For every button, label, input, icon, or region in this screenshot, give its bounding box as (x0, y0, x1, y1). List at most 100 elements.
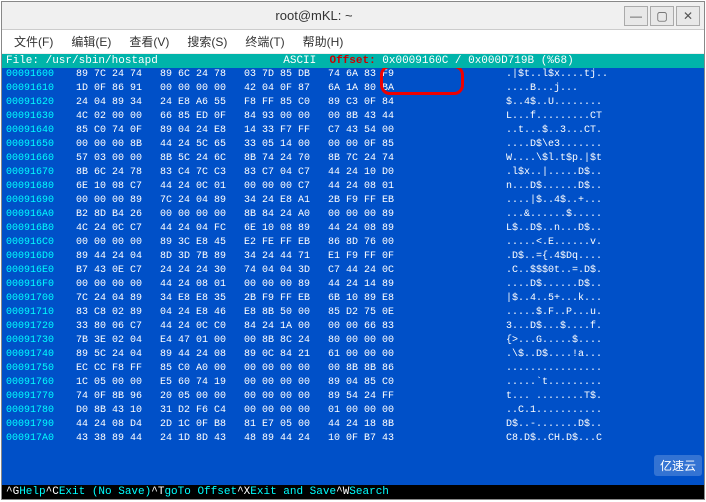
hex-row: 000917A043 38 89 44 24 1D 8D 43 48 89 44… (2, 432, 704, 446)
hex-row: 0009174089 5C 24 04 89 44 24 08 89 0C 84… (2, 348, 704, 362)
hex-row: 000917307B 3E 02 04 E4 47 01 00 00 8B 8C… (2, 334, 704, 348)
menubar: 文件(F) 编辑(E) 查看(V) 搜索(S) 终端(T) 帮助(H) (2, 30, 704, 54)
hex-bytes: 89 5C 24 04 89 44 24 08 89 0C 84 21 61 0… (76, 348, 506, 362)
window-title: root@mKL: ~ (6, 8, 622, 23)
hex-row: 00091750EC CC F8 FF 85 C0 A0 00 00 00 00… (2, 362, 704, 376)
hex-row: 0009179044 24 08 D4 2D 1C 0F B8 81 E7 05… (2, 418, 704, 432)
hex-ascii: W....\$l.t$p.|$t (506, 152, 602, 166)
hex-bytes: 83 C8 02 89 04 24 E8 46 E8 8B 50 00 85 D… (76, 306, 506, 320)
hex-row: 0009171083 C8 02 89 04 24 E8 46 E8 8B 50… (2, 306, 704, 320)
hex-ascii: .\$..D$....!a... (506, 348, 602, 362)
hex-bytes: 1D 0F 86 91 00 00 00 00 42 04 0F 87 6A 1… (76, 82, 506, 96)
hex-ascii: |$..4..5+...k... (506, 292, 602, 306)
hex-address: 00091740 (6, 348, 76, 362)
hex-row: 000916708B 6C 24 78 83 C4 7C C3 83 C7 04… (2, 166, 704, 180)
help-label: Exit and Save (250, 486, 336, 498)
hex-ascii: C8.D$..CH.D$...C (506, 432, 602, 446)
hex-ascii: t... ........T$. (506, 390, 602, 404)
hex-ascii: D$..-.......D$.. (506, 418, 602, 432)
hex-address: 00091730 (6, 334, 76, 348)
hex-row: 000916E0B7 43 0E C7 24 24 24 30 74 04 04… (2, 264, 704, 278)
hex-bytes: 24 04 89 34 24 E8 A6 55 F8 FF 85 C0 89 C… (76, 96, 506, 110)
hex-row: 0009166057 03 00 00 8B 5C 24 6C 8B 74 24… (2, 152, 704, 166)
hex-ascii: n...D$......D$.. (506, 180, 602, 194)
hex-row: 000916B04C 24 0C C7 44 24 04 FC 6E 10 08… (2, 222, 704, 236)
menu-edit[interactable]: 编辑(E) (67, 31, 115, 52)
hex-address: 00091670 (6, 166, 76, 180)
help-label: Help (19, 486, 45, 498)
hex-statusbar: File: /usr/sbin/hostapd ASCII Offset: 0x… (2, 54, 704, 68)
hex-row: 0009172033 80 06 C7 44 24 0C C0 84 24 1A… (2, 320, 704, 334)
hex-ascii: L...f.........CT (506, 110, 602, 124)
menu-terminal[interactable]: 终端(T) (241, 31, 288, 52)
minimize-button[interactable]: — (624, 6, 648, 26)
help-label: Search (349, 486, 389, 498)
help-key: ^G (6, 486, 19, 498)
hex-ascii: $..4$..U........ (506, 96, 602, 110)
hex-bytes: 00 00 00 8B 44 24 5C 65 33 05 14 00 00 0… (76, 138, 506, 152)
hex-address: 00091630 (6, 110, 76, 124)
hex-address: 00091680 (6, 180, 76, 194)
hex-bytes: 6E 10 08 C7 44 24 0C 01 00 00 00 C7 44 2… (76, 180, 506, 194)
hex-bytes: 74 0F 8B 96 20 05 00 00 00 00 00 00 89 5… (76, 390, 506, 404)
hex-bytes: 57 03 00 00 8B 5C 24 6C 8B 74 24 70 8B 7… (76, 152, 506, 166)
menu-view[interactable]: 查看(V) (125, 31, 173, 52)
hex-address: 00091720 (6, 320, 76, 334)
hex-ascii: .....$.F..P...u. (506, 306, 602, 320)
hex-row: 0009162024 04 89 34 24 E8 A6 55 F8 FF 85… (2, 96, 704, 110)
hex-bytes: 44 24 08 D4 2D 1C 0F B8 81 E7 05 00 44 2… (76, 418, 506, 432)
hex-ascii: .....<.E......v. (506, 236, 602, 250)
hex-ascii: ....D$\e3....... (506, 138, 602, 152)
hex-bytes: B7 43 0E C7 24 24 24 30 74 04 04 3D C7 4… (76, 264, 506, 278)
hex-row: 000916A0B2 8D B4 26 00 00 00 00 8B 84 24… (2, 208, 704, 222)
hex-ascii: .....`t......... (506, 376, 602, 390)
hex-bytes: 00 00 00 89 7C 24 04 89 34 24 E8 A1 2B F… (76, 194, 506, 208)
hex-address: 000916F0 (6, 278, 76, 292)
help-label: goTo Offset (164, 486, 237, 498)
hex-bytes: 1C 05 00 00 E5 60 74 19 00 00 00 00 89 0… (76, 376, 506, 390)
hex-ascii: ....B...j... (506, 82, 578, 96)
hex-ascii: .C..$$$0t..=.D$. (506, 264, 602, 278)
hex-ascii: .|$t..l$x....tj.. (506, 68, 608, 82)
hex-ascii: ..t...$..3...CT. (506, 124, 602, 138)
hex-address: 00091640 (6, 124, 76, 138)
hex-ascii: ................ (506, 362, 602, 376)
hex-address: 000916E0 (6, 264, 76, 278)
hex-content[interactable]: 0009160089 7C 24 74 89 6C 24 78 03 7D 85… (2, 68, 704, 485)
help-key: ^X (237, 486, 250, 498)
hex-row: 000916D089 44 24 04 8D 3D 7B 89 34 24 44… (2, 250, 704, 264)
hex-bytes: 7B 3E 02 04 E4 47 01 00 00 8B 8C 24 80 0… (76, 334, 506, 348)
hex-ascii: ....D$......D$.. (506, 278, 602, 292)
hex-bytes: 43 38 89 44 24 1D 8D 43 48 89 44 24 10 0… (76, 432, 506, 446)
hex-address: 00091620 (6, 96, 76, 110)
hex-bytes: 89 7C 24 74 89 6C 24 78 03 7D 85 DB 74 6… (76, 68, 506, 82)
hex-address: 00091660 (6, 152, 76, 166)
hex-address: 000916A0 (6, 208, 76, 222)
hex-row: 0009165000 00 00 8B 44 24 5C 65 33 05 14… (2, 138, 704, 152)
help-key: ^C (46, 486, 59, 498)
help-key: ^T (151, 486, 164, 498)
hex-bytes: 4C 02 00 00 66 85 ED 0F 84 93 00 00 00 8… (76, 110, 506, 124)
menu-search[interactable]: 搜索(S) (183, 31, 231, 52)
hex-address: 00091790 (6, 418, 76, 432)
hex-ascii: L$..D$..n...D$.. (506, 222, 602, 236)
hex-row: 0009160089 7C 24 74 89 6C 24 78 03 7D 85… (2, 68, 704, 82)
hex-address: 00091610 (6, 82, 76, 96)
hex-bytes: 4C 24 0C C7 44 24 04 FC 6E 10 08 89 44 2… (76, 222, 506, 236)
hex-bytes: 89 44 24 04 8D 3D 7B 89 34 24 44 71 E1 F… (76, 250, 506, 264)
hex-row: 0009177074 0F 8B 96 20 05 00 00 00 00 00… (2, 390, 704, 404)
hex-bytes: D0 8B 43 10 31 D2 F6 C4 00 00 00 00 01 0… (76, 404, 506, 418)
hex-address: 00091770 (6, 390, 76, 404)
file-path: /usr/sbin/hostapd (46, 55, 158, 67)
maximize-button[interactable]: ▢ (650, 6, 674, 26)
hex-ascii: .D$..={.4$Dq.... (506, 250, 602, 264)
hex-address: 000916C0 (6, 236, 76, 250)
menu-file[interactable]: 文件(F) (10, 31, 57, 52)
menu-help[interactable]: 帮助(H) (299, 31, 348, 52)
ascii-label: ASCII (283, 55, 316, 67)
hex-row: 000916806E 10 08 C7 44 24 0C 01 00 00 00… (2, 180, 704, 194)
hex-ascii: {>...G.....$.... (506, 334, 602, 348)
close-button[interactable]: ✕ (676, 6, 700, 26)
hex-row: 000916304C 02 00 00 66 85 ED 0F 84 93 00… (2, 110, 704, 124)
hex-row: 000917601C 05 00 00 E5 60 74 19 00 00 00… (2, 376, 704, 390)
